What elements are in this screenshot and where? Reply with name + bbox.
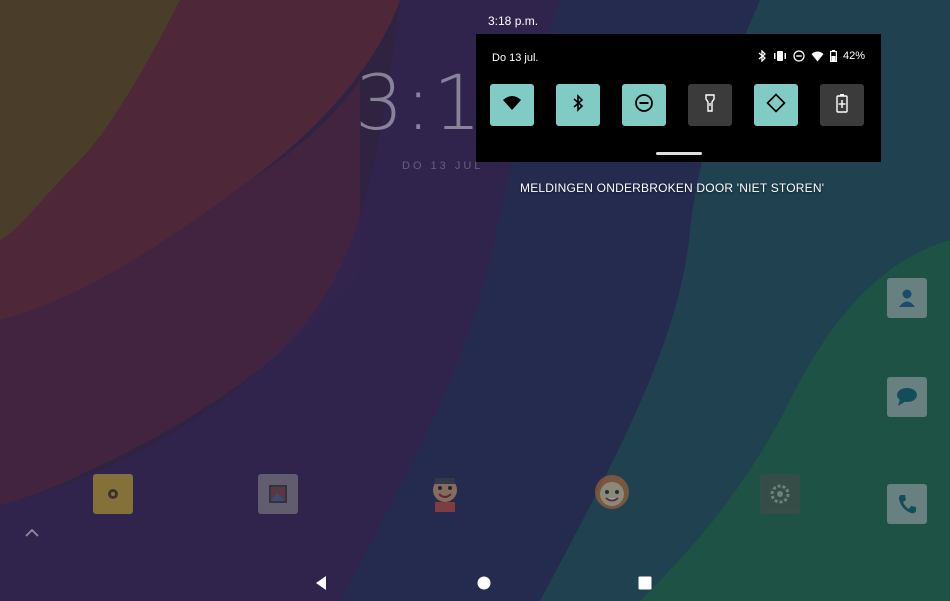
bluetooth-status-icon	[757, 50, 767, 62]
do-not-disturb-message: MELDINGEN ONDERBROKEN DOOR 'NIET STOREN'	[520, 181, 825, 195]
vibrate-status-icon	[773, 50, 787, 62]
home-icon[interactable]	[473, 572, 495, 594]
phone-app-icon[interactable]	[887, 484, 927, 524]
bluetooth-icon	[571, 93, 585, 117]
quick-settings-date[interactable]: Do 13 jul.	[492, 52, 538, 64]
wifi-status-icon	[811, 51, 824, 62]
lockscreen-date: DO 13 JUL	[402, 160, 484, 172]
do-not-disturb-status-icon	[793, 50, 805, 62]
tile-flashlight[interactable]	[688, 84, 732, 126]
gallery-app-icon[interactable]	[258, 474, 298, 514]
kid-app-icon[interactable]	[425, 474, 465, 514]
battery-status-icon	[829, 50, 837, 62]
do-not-disturb-icon	[634, 93, 654, 118]
quick-settings-expand-handle[interactable]	[656, 152, 702, 155]
wifi-icon	[502, 95, 522, 116]
status-bar-time: 3:18 p.m.	[488, 14, 539, 28]
settings-app-icon[interactable]	[760, 474, 800, 514]
lockscreen-clock: 3:1	[355, 58, 484, 147]
tile-auto-rotate[interactable]	[754, 84, 798, 126]
chevron-up-icon[interactable]	[24, 525, 40, 543]
camera-app-icon[interactable]	[93, 474, 133, 514]
battery-percent: 42%	[842, 50, 865, 62]
quick-settings-status-icons: 42%	[757, 50, 865, 62]
kid-face-app-icon[interactable]	[592, 472, 632, 512]
tile-do-not-disturb[interactable]	[622, 84, 666, 126]
recents-icon[interactable]	[634, 572, 656, 594]
messages-app-icon[interactable]	[887, 377, 927, 417]
tile-battery-saver[interactable]	[820, 84, 864, 126]
quick-settings-panel: Do 13 jul. 42%	[476, 34, 881, 162]
lock-screen: 3:18 p.m. 3:1 DO 13 JUL Do 13 jul. 42% M…	[0, 0, 950, 601]
auto-rotate-icon	[765, 92, 787, 119]
flashlight-icon	[704, 93, 716, 118]
tile-wifi[interactable]	[490, 84, 534, 126]
tile-bluetooth[interactable]	[556, 84, 600, 126]
back-icon[interactable]	[310, 572, 332, 594]
battery-saver-icon	[836, 93, 848, 118]
contacts-app-icon[interactable]	[887, 278, 927, 318]
